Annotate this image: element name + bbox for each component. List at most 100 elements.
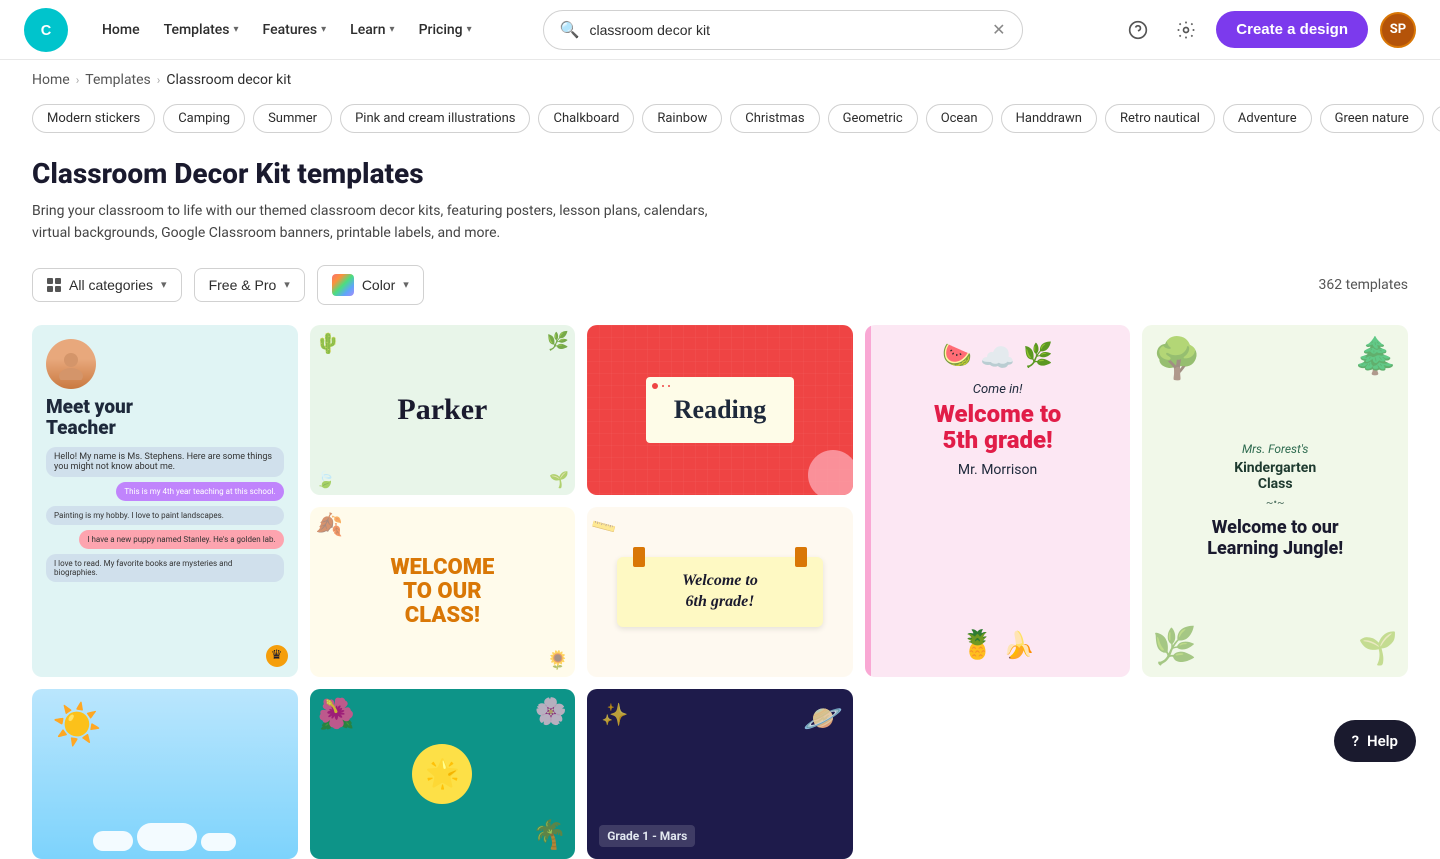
- template-card-welcome-5th[interactable]: 🍉☁️🌿 Come in! Welcome to5th grade! Mr. M…: [865, 325, 1131, 677]
- reading-text: Reading: [674, 395, 766, 425]
- template-card-tropical[interactable]: 🌺 🌴 🌸 🌟: [310, 689, 576, 859]
- search-icon: 🔍: [560, 20, 580, 39]
- templates-chevron-icon: ▾: [234, 24, 239, 35]
- welcome-class-text: WELCOMETO OURCLASS!: [390, 556, 494, 629]
- tree-bottom-right: 🌱: [1358, 629, 1398, 667]
- categories-dropdown[interactable]: All categories ▾: [32, 268, 182, 302]
- templates-grid: Meet yourTeacher Hello! My name is Ms. S…: [32, 325, 1408, 859]
- breadcrumb: Home › Templates › Classroom decor kit: [0, 60, 1440, 100]
- sixth-grade-text: Welcome to6th grade!: [635, 571, 804, 613]
- tropical-deco-2: 🌴: [532, 818, 567, 851]
- meet-teacher-title: Meet yourTeacher: [46, 397, 284, 439]
- create-design-button[interactable]: Create a design: [1216, 11, 1368, 48]
- pricing-dropdown[interactable]: Free & Pro ▾: [194, 268, 305, 302]
- filter-tag-camping[interactable]: Camping: [163, 104, 245, 133]
- template-card-jungle[interactable]: 🌳 🌲 Mrs. Forest's KindergartenClass ~•~ …: [1142, 325, 1408, 677]
- filter-tag-summer[interactable]: Summer: [253, 104, 332, 133]
- planet-deco: 🪐: [803, 699, 843, 737]
- binder-clip-left: [633, 547, 645, 567]
- class-label: KindergartenClass: [1234, 460, 1316, 492]
- template-card-meet-teacher[interactable]: Meet yourTeacher Hello! My name is Ms. S…: [32, 325, 298, 677]
- spiral-deco: 🍂: [316, 513, 343, 538]
- template-card-parker[interactable]: 🌵 🌿 🍃 🌱 Parker: [310, 325, 576, 495]
- mrs-forest-label: Mrs. Forest's: [1242, 442, 1308, 456]
- breadcrumb-current: Classroom decor kit: [166, 72, 291, 88]
- filter-tag-geometric[interactable]: Geometric: [828, 104, 918, 133]
- jungle-title: Welcome to ourLearning Jungle!: [1207, 517, 1343, 560]
- template-card-sunshine[interactable]: ☀️: [32, 689, 298, 859]
- nav-learn[interactable]: Learn ▾: [340, 16, 404, 44]
- page-description: Bring your classroom to life with our th…: [32, 200, 732, 245]
- pink-circle-deco: [808, 450, 853, 495]
- ruler-deco: 📏: [589, 513, 619, 542]
- template-card-6th-grade[interactable]: Welcome to6th grade! 📏: [587, 507, 853, 677]
- search-clear-icon[interactable]: ✕: [992, 20, 1005, 39]
- leaf-bottom-left: 🍃: [316, 470, 336, 489]
- nav-home[interactable]: Home: [92, 16, 150, 44]
- help-icon-btn[interactable]: [1120, 12, 1156, 48]
- sun-deco: ☀️: [52, 701, 102, 748]
- fruit-deco-bottom: 🍍🍌: [960, 628, 1035, 661]
- cactus-top-left: 🌵: [316, 331, 341, 355]
- filter-tag-christmas[interactable]: Christmas: [730, 104, 819, 133]
- filter-tag-ocean[interactable]: Ocean: [926, 104, 993, 133]
- plant-bottom-right: 🌱: [549, 470, 569, 489]
- learn-chevron-icon: ▾: [390, 24, 395, 35]
- filter-tag-retro-nautical[interactable]: Retro nautical: [1105, 104, 1215, 133]
- settings-icon-btn[interactable]: [1168, 12, 1204, 48]
- main-nav: Home Templates ▾ Features ▾ Learn ▾ Pric…: [92, 16, 482, 44]
- teacher-name: Mr. Morrison: [958, 462, 1037, 478]
- svg-text:C: C: [41, 23, 52, 39]
- header-actions: Create a design SP: [1120, 11, 1416, 48]
- template-card-grade1-mars[interactable]: 🪐 ✨ Grade 1 - Mars: [587, 689, 853, 859]
- grade1-mars-label: Grade 1 - Mars: [599, 825, 695, 847]
- bubble-3: Painting is my hobby. I love to paint la…: [46, 506, 284, 525]
- categories-chevron-icon: ▾: [161, 278, 167, 291]
- parker-name: Parker: [397, 393, 487, 427]
- categories-grid-icon: [47, 278, 61, 292]
- filter-tag-chalkboard[interactable]: Chalkboard: [538, 104, 634, 133]
- tree-left: 🌳: [1152, 335, 1202, 382]
- breadcrumb-templates[interactable]: Templates: [85, 72, 151, 88]
- filter-tag-pink-cream[interactable]: Pink and cream illustrations: [340, 104, 530, 133]
- page-header: Classroom Decor Kit templates Bring your…: [0, 149, 1440, 265]
- template-card-reading[interactable]: Reading: [587, 325, 853, 495]
- pricing-chevron-icon: ▾: [284, 278, 290, 291]
- filter-tags-row: Modern stickers Camping Summer Pink and …: [0, 100, 1440, 149]
- bubble-5: I love to read. My favorite books are my…: [46, 554, 284, 582]
- breadcrumb-sep-2: ›: [157, 73, 161, 87]
- color-dropdown[interactable]: Color ▾: [317, 265, 424, 305]
- filter-tag-adventure[interactable]: Adventure: [1223, 104, 1312, 133]
- tropical-deco-1: 🌺: [318, 697, 355, 732]
- filter-tag-handdrawn[interactable]: Handdrawn: [1001, 104, 1097, 133]
- nav-features[interactable]: Features ▾: [253, 16, 337, 44]
- tree-bottom-left: 🌿: [1152, 625, 1197, 667]
- filter-tag-rainbow[interactable]: Rainbow: [642, 104, 722, 133]
- canva-logo[interactable]: C: [24, 8, 68, 52]
- page-title: Classroom Decor Kit templates: [32, 157, 1408, 190]
- plant-top-right: 🌿: [547, 331, 569, 352]
- template-count: 362 templates: [1319, 277, 1408, 293]
- tree-right: 🌲: [1353, 335, 1398, 377]
- bubble-1: Hello! My name is Ms. Stephens. Here are…: [46, 447, 284, 477]
- breadcrumb-home[interactable]: Home: [32, 72, 70, 88]
- template-card-welcome-class[interactable]: 🍂 WELCOMETO OURCLASS! 🌻: [310, 507, 576, 677]
- filter-tag-green-nature[interactable]: Green nature: [1320, 104, 1424, 133]
- cloud-deco: [93, 823, 236, 851]
- binder-clip-right: [795, 547, 807, 567]
- filter-scroll-right-button[interactable]: ›: [1432, 105, 1440, 133]
- deco-bottom-right: 🌻: [547, 650, 569, 671]
- avatar[interactable]: SP: [1380, 12, 1416, 48]
- tropical-deco-3: 🌸: [535, 697, 567, 727]
- fruit-deco-top: 🍉☁️🌿: [942, 341, 1053, 374]
- star-deco-1: ✨: [601, 703, 628, 728]
- search-input[interactable]: [589, 22, 982, 38]
- welcome-5th-title: Welcome to5th grade!: [934, 401, 1061, 454]
- notebook-card: Welcome to6th grade!: [617, 557, 822, 627]
- help-button[interactable]: ? Help: [1334, 720, 1416, 762]
- filter-tag-modern-stickers[interactable]: Modern stickers: [32, 104, 155, 133]
- nav-templates[interactable]: Templates ▾: [154, 16, 249, 44]
- nav-pricing[interactable]: Pricing ▾: [409, 16, 482, 44]
- toolbar: All categories ▾ Free & Pro ▾ Color ▾ 36…: [0, 265, 1440, 325]
- come-in-text: Come in!: [973, 382, 1023, 397]
